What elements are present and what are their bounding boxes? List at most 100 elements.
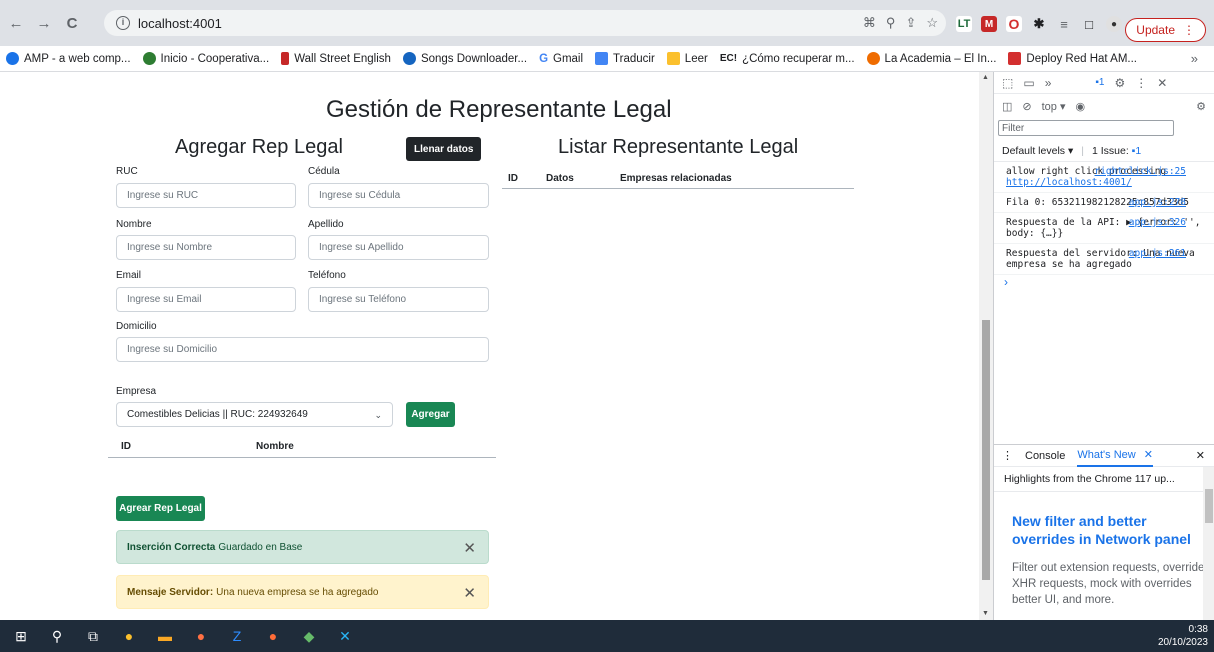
ruc-input[interactable]: Ingrese su RUC xyxy=(116,183,296,208)
list-col-datos: Datos xyxy=(546,173,574,184)
success-alert-text: Guardado en Base xyxy=(218,541,303,553)
bookmark-item[interactable]: AMP - a web comp... xyxy=(6,52,131,65)
vscode-icon[interactable]: ✕ xyxy=(330,620,360,652)
page-scrollbar[interactable]: ▲ ▼ xyxy=(979,72,993,620)
context-select[interactable]: top ▾ xyxy=(1042,100,1066,113)
forward-arrow-icon[interactable]: → xyxy=(32,11,56,35)
postman-icon[interactable]: ● xyxy=(258,620,288,652)
nombre-label: Nombre xyxy=(116,219,152,230)
extensions-puzzle-icon[interactable]: ✱ xyxy=(1031,16,1047,32)
drawer-menu-icon[interactable]: ⋮ xyxy=(1002,449,1013,462)
bookmark-star-icon[interactable]: ☆ xyxy=(926,15,938,31)
console-source-link[interactable]: app.js:326 xyxy=(1129,217,1186,228)
console-source-link[interactable]: rightclick.js:25 xyxy=(1094,166,1186,177)
kebab-menu-icon: ⋮ xyxy=(1183,23,1195,37)
scrollbar-thumb[interactable] xyxy=(1205,489,1213,523)
profile-avatar-icon[interactable]: ● xyxy=(1106,16,1122,32)
scroll-up-arrow-icon[interactable]: ▲ xyxy=(982,74,989,81)
share-icon[interactable]: ⇪ xyxy=(905,15,916,31)
reload-icon[interactable]: C xyxy=(60,11,84,35)
whats-new-headline[interactable]: New filter and better overrides in Netwo… xyxy=(1012,512,1212,548)
console-settings-icon[interactable]: ⚙ xyxy=(1196,100,1206,113)
bookmark-item[interactable]: Songs Downloader... xyxy=(402,52,527,65)
zoom-app-icon[interactable]: Z xyxy=(222,620,252,652)
address-bar[interactable]: i localhost:4001 ⌘ ⚲ ⇪ ☆ xyxy=(104,10,946,36)
tab-console[interactable]: Console xyxy=(1025,450,1065,462)
nombre-input[interactable]: Ingrese su Nombre xyxy=(116,235,296,260)
console-source-link[interactable]: app.js:278 xyxy=(1129,197,1186,208)
bookmark-item[interactable]: Traducir xyxy=(595,52,655,65)
translate-icon[interactable]: ⌘ xyxy=(863,15,876,31)
fill-data-button[interactable]: Llenar datos xyxy=(406,137,482,161)
warning-alert-text: Una nueva empresa se ha agregado xyxy=(216,586,379,598)
ext-lt-icon[interactable]: LT xyxy=(956,16,972,32)
ext-opera-icon[interactable]: O xyxy=(1006,16,1022,32)
issues-badge[interactable]: ▪1 xyxy=(1095,77,1104,88)
eye-icon[interactable]: ◉ xyxy=(1076,100,1086,113)
inspect-element-icon[interactable]: ⬚ xyxy=(1002,76,1013,90)
whats-new-body: Filter out extension requests, override … xyxy=(1012,562,1205,606)
back-arrow-icon[interactable]: ← xyxy=(4,11,28,35)
side-panel-icon[interactable]: □ xyxy=(1081,16,1097,32)
scroll-down-arrow-icon[interactable]: ▼ xyxy=(982,610,989,617)
console-filter-input[interactable]: Filter xyxy=(998,120,1174,136)
info-icon[interactable]: i xyxy=(116,16,130,30)
chrome-icon[interactable]: ● xyxy=(114,620,144,652)
console-prompt-icon[interactable]: › xyxy=(994,275,1214,289)
translate-favicon-icon xyxy=(595,52,609,65)
update-button[interactable]: Update ⋮ xyxy=(1125,18,1206,42)
apellido-label: Apellido xyxy=(308,219,344,230)
empresa-selected: Comestibles Delicias || RUC: 224932649 xyxy=(127,409,308,420)
email-input[interactable]: Ingrese su Email xyxy=(116,287,296,312)
bookmark-item[interactable]: G Gmail xyxy=(539,53,583,65)
bookmark-item[interactable]: Deploy Red Hat AM... xyxy=(1008,52,1137,65)
clear-console-icon[interactable]: ⊘ xyxy=(1022,100,1031,113)
kebab-menu-icon[interactable]: ⋮ xyxy=(1135,76,1147,90)
windows-start-icon[interactable]: ⊞ xyxy=(6,620,36,652)
close-icon[interactable]: ✕ xyxy=(463,539,476,557)
submit-rep-legal-button[interactable]: Agrear Rep Legal xyxy=(116,496,205,521)
settings-gear-icon[interactable]: ⚙ xyxy=(1114,76,1125,90)
search-icon[interactable]: ⚲ xyxy=(42,620,72,652)
git-icon[interactable]: ◆ xyxy=(294,620,324,652)
drawer-scrollbar[interactable] xyxy=(1203,467,1214,621)
task-view-icon[interactable]: ⧉ xyxy=(78,620,108,652)
telefono-input[interactable]: Ingrese su Teléfono xyxy=(308,287,489,312)
browser-toolbar: ← → C i localhost:4001 ⌘ ⚲ ⇪ ☆ LT M O ✱ … xyxy=(0,0,1214,46)
zoom-icon[interactable]: ⚲ xyxy=(886,15,896,31)
sidebar-toggle-icon[interactable]: ◫ xyxy=(1002,100,1012,113)
file-explorer-icon[interactable]: ▬ xyxy=(150,620,180,652)
console-source-link[interactable]: app.js:261 xyxy=(1129,248,1186,259)
tab-whats-new[interactable]: What's New ✕ xyxy=(1077,445,1153,467)
close-icon[interactable]: ✕ xyxy=(1144,448,1153,461)
chevron-down-icon: ⌄ xyxy=(374,410,382,420)
bookmark-item[interactable]: Inicio - Cooperativa... xyxy=(142,52,269,65)
more-tabs-icon[interactable]: » xyxy=(1045,76,1052,90)
apellido-input[interactable]: Ingrese su Apellido xyxy=(308,235,489,260)
system-clock[interactable]: 0:38 20/10/2023 xyxy=(1158,623,1208,649)
clock-date: 20/10/2023 xyxy=(1157,637,1208,648)
devtools-panel: ⬚ ▭ » ▪1 ⚙ ⋮ ✕ ◫ ⊘ top ▾ ◉ ⚙ Filter Defa… xyxy=(993,72,1214,621)
default-levels-dropdown[interactable]: Default levels ▾ xyxy=(1002,145,1073,157)
close-icon[interactable]: ✕ xyxy=(1157,76,1167,90)
ext-red-icon[interactable]: M xyxy=(981,16,997,32)
bookmark-item[interactable]: EC! ¿Cómo recuperar m... xyxy=(720,53,855,65)
console-link[interactable]: http://localhost:4001/ xyxy=(1006,177,1132,188)
close-drawer-icon[interactable]: ✕ xyxy=(1196,449,1205,462)
empresa-select[interactable]: Comestibles Delicias || RUC: 224932649 ⌄ xyxy=(116,402,393,427)
bookmark-item[interactable]: Leer xyxy=(666,52,708,65)
cedula-input[interactable]: Ingrese su Cédula xyxy=(308,183,489,208)
close-icon[interactable]: ✕ xyxy=(463,584,476,602)
firefox-icon[interactable]: ● xyxy=(186,620,216,652)
bookmark-item[interactable]: La Academia – El In... xyxy=(866,52,996,65)
bookmarks-overflow-button[interactable]: » xyxy=(1191,51,1198,66)
issues-link[interactable]: 1 Issue: ▪1 xyxy=(1092,145,1141,157)
scrollbar-thumb[interactable] xyxy=(982,320,990,580)
reading-list-icon[interactable]: ≡ xyxy=(1056,16,1072,32)
console-toolbar: ◫ ⊘ top ▾ ◉ ⚙ xyxy=(994,94,1214,118)
bookmark-item[interactable]: Wall Street English xyxy=(281,52,391,65)
bookmark-favicon-icon xyxy=(281,52,290,65)
domicilio-input[interactable]: Ingrese su Domicilio xyxy=(116,337,489,362)
device-toolbar-icon[interactable]: ▭ xyxy=(1023,76,1034,90)
add-empresa-button[interactable]: Agregar xyxy=(406,402,455,427)
